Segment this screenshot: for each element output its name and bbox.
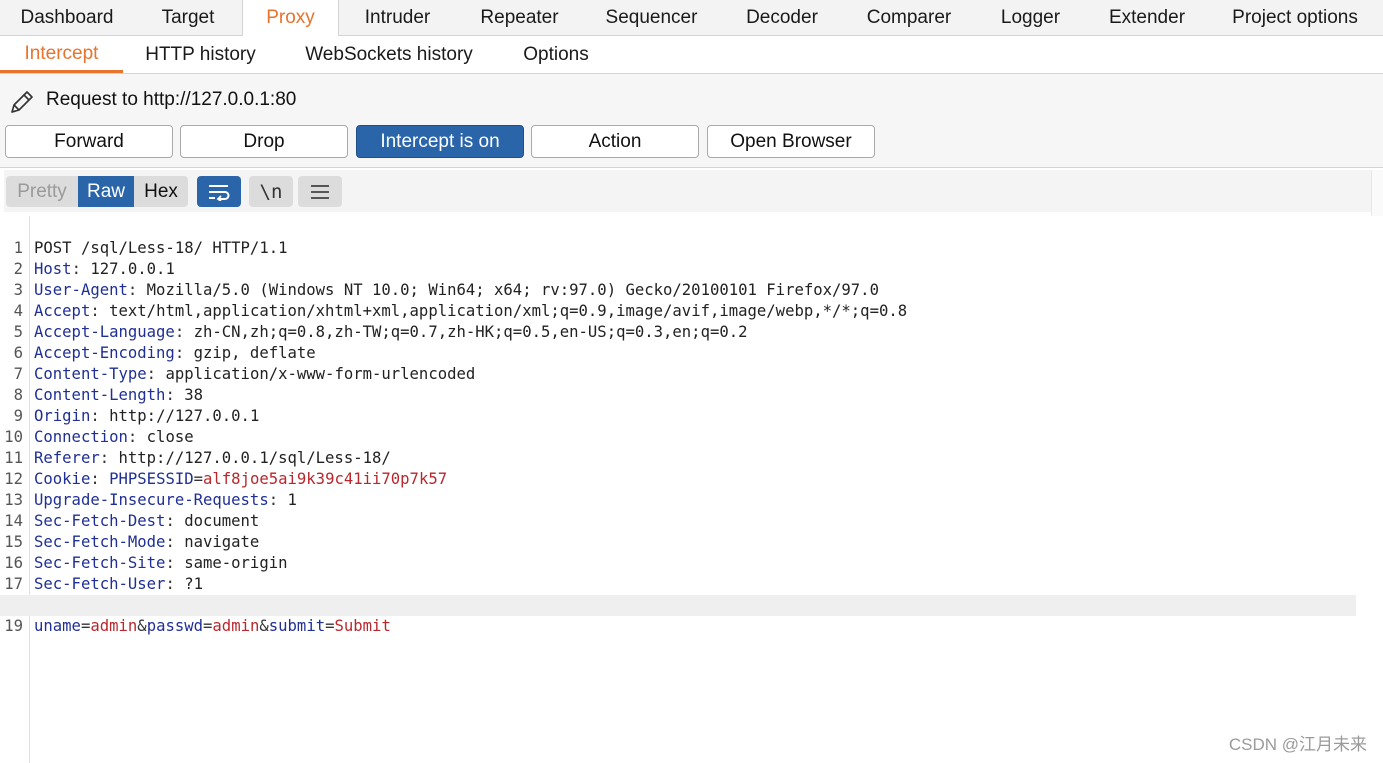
show-newlines-button[interactable]: \n xyxy=(249,176,293,207)
view-raw-button[interactable]: Raw xyxy=(78,176,134,207)
header-line: 16 Sec-Fetch-Site: same-origin xyxy=(0,532,1383,572)
tab-project-options[interactable]: Project options xyxy=(1207,0,1383,36)
intercept-request-bar: Request to http://127.0.0.1:80 Forward D… xyxy=(0,74,1383,168)
request-target-label: Request to http://127.0.0.1:80 xyxy=(46,89,297,110)
tab-repeater[interactable]: Repeater xyxy=(456,0,583,36)
header-line: 6 Accept-Encoding: gzip, deflate xyxy=(0,322,1383,362)
action-button[interactable]: Action xyxy=(531,125,699,158)
header-line: 9 Origin: http://127.0.0.1 xyxy=(0,385,1383,425)
subtab-websockets-history[interactable]: WebSockets history xyxy=(278,37,500,73)
tab-proxy[interactable]: Proxy xyxy=(242,0,339,36)
tab-sequencer[interactable]: Sequencer xyxy=(583,0,720,36)
body-line: 19 uname=admin&passwd=admin&submit=Submit xyxy=(0,595,1356,635)
tab-intruder[interactable]: Intruder xyxy=(339,0,456,36)
header-line: 13 Upgrade-Insecure-Requests: 1 xyxy=(0,469,1383,509)
header-line: 15 Sec-Fetch-Mode: navigate xyxy=(0,511,1383,551)
word-wrap-button[interactable] xyxy=(197,176,241,207)
header-line: 17 Sec-Fetch-User: ?1 xyxy=(0,553,1383,593)
subtab-intercept[interactable]: Intercept xyxy=(0,37,123,73)
header-line: 10 Connection: close xyxy=(0,406,1383,446)
pencil-icon xyxy=(11,91,33,113)
header-line-cookie: 12 Cookie: PHPSESSID=alf8joe5ai9k39c41ii7… xyxy=(0,448,1383,488)
menu-icon xyxy=(311,184,329,199)
header-line: 2 Host: 127.0.0.1 xyxy=(0,238,1383,278)
line-number: 19 xyxy=(4,617,23,635)
request-editor[interactable]: 1 POST /sql/Less-18/ HTTP/1.1 2 Host: 127.… xyxy=(0,216,1383,763)
tab-extender[interactable]: Extender xyxy=(1087,0,1207,36)
header-line: 4 Accept: text/html,application/xhtml+xml… xyxy=(0,280,1383,320)
proxy-sub-tab-bar: Intercept HTTP history WebSockets histor… xyxy=(0,37,1383,74)
param-value: Submit xyxy=(334,617,391,635)
header-line: 8 Content-Length: 38 xyxy=(0,364,1383,404)
header-line: 5 Accept-Language: zh-CN,zh;q=0.8,zh-TW;q… xyxy=(0,301,1383,341)
header-line: 11 Referer: http://127.0.0.1/sql/Less-18/ xyxy=(0,427,1383,467)
param-name: passwd xyxy=(146,617,204,635)
header-line: 14 Sec-Fetch-Dest: document xyxy=(0,490,1383,530)
param-value: admin xyxy=(212,617,260,635)
tab-decoder[interactable]: Decoder xyxy=(720,0,844,36)
request-line: 1 POST /sql/Less-18/ HTTP/1.1 xyxy=(0,217,1383,257)
blank-line: 18 xyxy=(0,574,1383,614)
param-name: submit xyxy=(268,617,326,635)
forward-button[interactable]: Forward xyxy=(5,125,173,158)
header-line: 7 Content-Type: application/x-www-form-ur… xyxy=(0,343,1383,383)
param-name: uname xyxy=(34,617,81,635)
param-value: admin xyxy=(90,617,138,635)
tab-logger[interactable]: Logger xyxy=(974,0,1087,36)
editor-menu-button[interactable] xyxy=(298,176,342,207)
tab-comparer[interactable]: Comparer xyxy=(844,0,974,36)
message-editor-toolbar: Pretty Raw Hex \n xyxy=(4,170,1371,212)
subtab-options[interactable]: Options xyxy=(500,37,612,73)
open-browser-button[interactable]: Open Browser xyxy=(707,125,875,158)
subtab-http-history[interactable]: HTTP history xyxy=(123,37,278,73)
tab-dashboard[interactable]: Dashboard xyxy=(0,0,134,36)
word-wrap-icon xyxy=(209,184,230,201)
drop-button[interactable]: Drop xyxy=(180,125,348,158)
view-hex-button[interactable]: Hex xyxy=(134,176,188,207)
tab-target[interactable]: Target xyxy=(134,0,242,36)
watermark: CSDN @江月未来 xyxy=(1228,735,1367,754)
newline-icon: \n xyxy=(259,180,283,203)
header-line: 3 User-Agent: Mozilla/5.0 (Windows NT 10.… xyxy=(0,259,1383,299)
intercept-toggle-button[interactable]: Intercept is on xyxy=(356,125,524,158)
view-pretty-button[interactable]: Pretty xyxy=(6,176,78,207)
top-tab-bar: Dashboard Target Proxy Intruder Repeater… xyxy=(0,0,1383,36)
